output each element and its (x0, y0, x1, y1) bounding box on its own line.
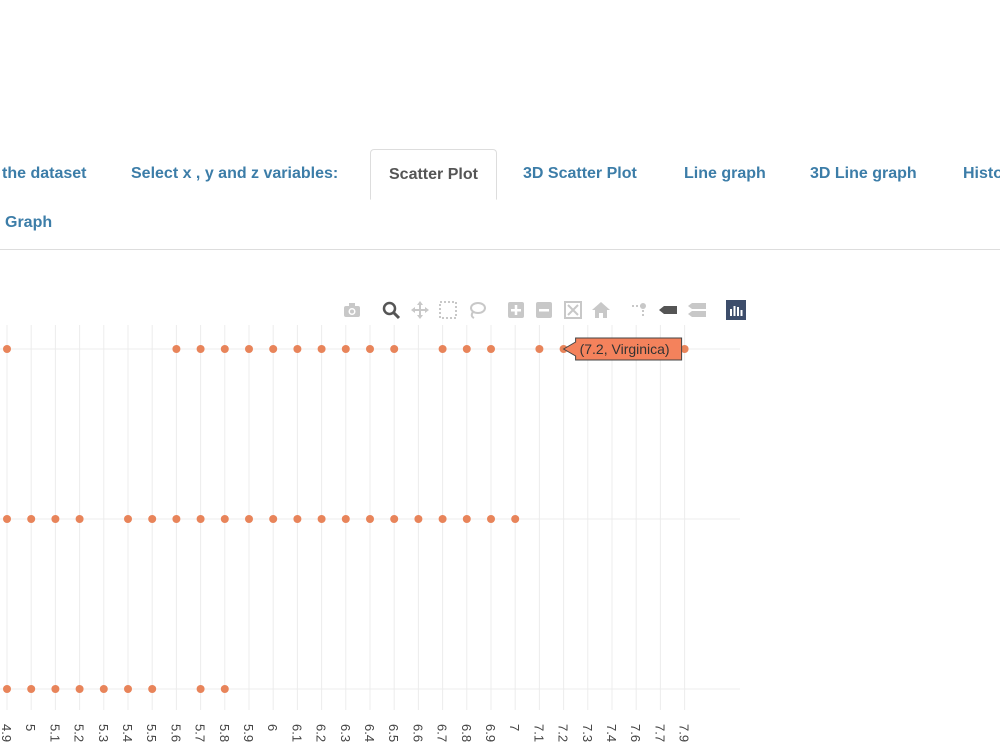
x-tick-label: 7.6 (628, 724, 643, 742)
data-point[interactable] (487, 515, 495, 523)
data-point[interactable] (3, 685, 11, 693)
tab-3d-line-graph[interactable]: 3D Line graph (810, 149, 917, 199)
data-point[interactable] (341, 515, 350, 523)
data-point[interactable] (414, 515, 423, 523)
data-point[interactable] (99, 685, 108, 693)
data-point[interactable] (220, 345, 229, 353)
tab-select-variables[interactable]: Select x , y and z variables: (131, 149, 338, 199)
tab-histogram[interactable]: Histo (963, 149, 1000, 199)
data-point[interactable] (245, 515, 253, 523)
x-tick-label: 5.6 (168, 724, 183, 742)
data-point[interactable] (535, 345, 544, 353)
data-point[interactable] (438, 345, 447, 353)
x-tick-label: 7 (507, 724, 522, 731)
data-point[interactable] (390, 515, 399, 523)
x-tick-label: 6.1 (289, 724, 304, 742)
data-point[interactable] (366, 515, 374, 523)
x-tick-label: 7.1 (531, 724, 546, 742)
x-tick-label: 5.5 (144, 724, 159, 742)
x-tick-label: 5.8 (217, 724, 232, 742)
data-point[interactable] (220, 515, 229, 523)
scatter-plot-svg: 4.9 5 5.1 5.2 5.3 5.4 5.5 5.6 5.7 5.8 5.9 6 6.1 6.2 6.… (0, 325, 740, 742)
x-tick-label: 6.4 (362, 724, 377, 742)
data-point[interactable] (75, 515, 84, 523)
tab-3d-scatter-plot[interactable]: 3D Scatter Plot (523, 149, 637, 199)
tab-graph[interactable]: Graph (5, 198, 52, 248)
data-point[interactable] (269, 515, 278, 523)
data-point[interactable] (487, 345, 495, 353)
data-point[interactable] (317, 515, 326, 523)
x-tick-label: 6.6 (410, 724, 425, 742)
data-point[interactable] (293, 345, 302, 353)
x-tick-label: 5 (23, 724, 38, 731)
data-point[interactable] (3, 515, 11, 523)
x-tick-label: 6.9 (483, 724, 498, 742)
data-point[interactable] (511, 515, 520, 523)
x-tick-label: 6 (265, 724, 280, 731)
data-point[interactable] (75, 685, 84, 693)
data-point[interactable] (317, 345, 326, 353)
x-tick-label: 5.2 (72, 724, 87, 742)
hover-tooltip: (7.2, Virginica) (562, 337, 683, 361)
data-point[interactable] (220, 685, 229, 693)
data-point[interactable] (148, 515, 157, 523)
data-point[interactable] (27, 515, 36, 523)
x-tick-label: 6.3 (338, 724, 353, 742)
data-point[interactable] (438, 515, 447, 523)
x-tick-label: 6.8 (459, 724, 474, 742)
data-point[interactable] (293, 515, 302, 523)
data-point[interactable] (245, 345, 253, 353)
tab-bar: the dataset Select x , y and z variables… (0, 0, 1000, 250)
data-point[interactable] (341, 345, 350, 353)
data-point[interactable] (269, 345, 278, 353)
x-tick-label: 6.2 (314, 724, 329, 742)
tab-scatter-plot[interactable]: Scatter Plot (370, 149, 497, 200)
tooltip-text: (7.2, Virginica) (580, 341, 670, 357)
x-tick-label: 7.2 (556, 724, 571, 742)
data-point[interactable] (172, 345, 181, 353)
data-point[interactable] (196, 345, 205, 353)
data-point[interactable] (51, 515, 60, 523)
data-point[interactable] (124, 685, 132, 693)
x-tick-label: 6.7 (435, 724, 450, 742)
data-point[interactable] (51, 685, 60, 693)
x-tick-label: 7.7 (652, 724, 667, 742)
x-tick-label: 5.7 (193, 724, 208, 742)
x-tick-label: 5.9 (241, 724, 256, 742)
x-tick-label: 7.9 (677, 724, 692, 742)
x-tick-label: 6.5 (386, 724, 401, 742)
data-point[interactable] (462, 345, 471, 353)
tab-dataset[interactable]: the dataset (2, 149, 86, 199)
tab-line-graph[interactable]: Line graph (684, 149, 766, 199)
data-point[interactable] (366, 345, 374, 353)
x-tick-label: 7.4 (604, 724, 619, 742)
data-point[interactable] (196, 685, 205, 693)
x-tick-label: 4.9 (0, 724, 14, 742)
x-tick-label: 5.1 (47, 724, 62, 742)
data-point[interactable] (196, 515, 205, 523)
data-point[interactable] (124, 515, 132, 523)
data-point[interactable] (3, 345, 11, 353)
x-tick-label: 5.4 (120, 724, 135, 742)
data-point[interactable] (148, 685, 157, 693)
x-tick-label: 5.3 (96, 724, 111, 742)
data-point[interactable] (172, 515, 181, 523)
scatter-plot[interactable]: 4.9 5 5.1 5.2 5.3 5.4 5.5 5.6 5.7 5.8 5.9 6 6.1 6.2 6.… (0, 300, 1000, 750)
data-point[interactable] (462, 515, 471, 523)
data-point[interactable] (390, 345, 399, 353)
data-point[interactable] (27, 685, 36, 693)
x-tick-label: 7.3 (580, 724, 595, 742)
